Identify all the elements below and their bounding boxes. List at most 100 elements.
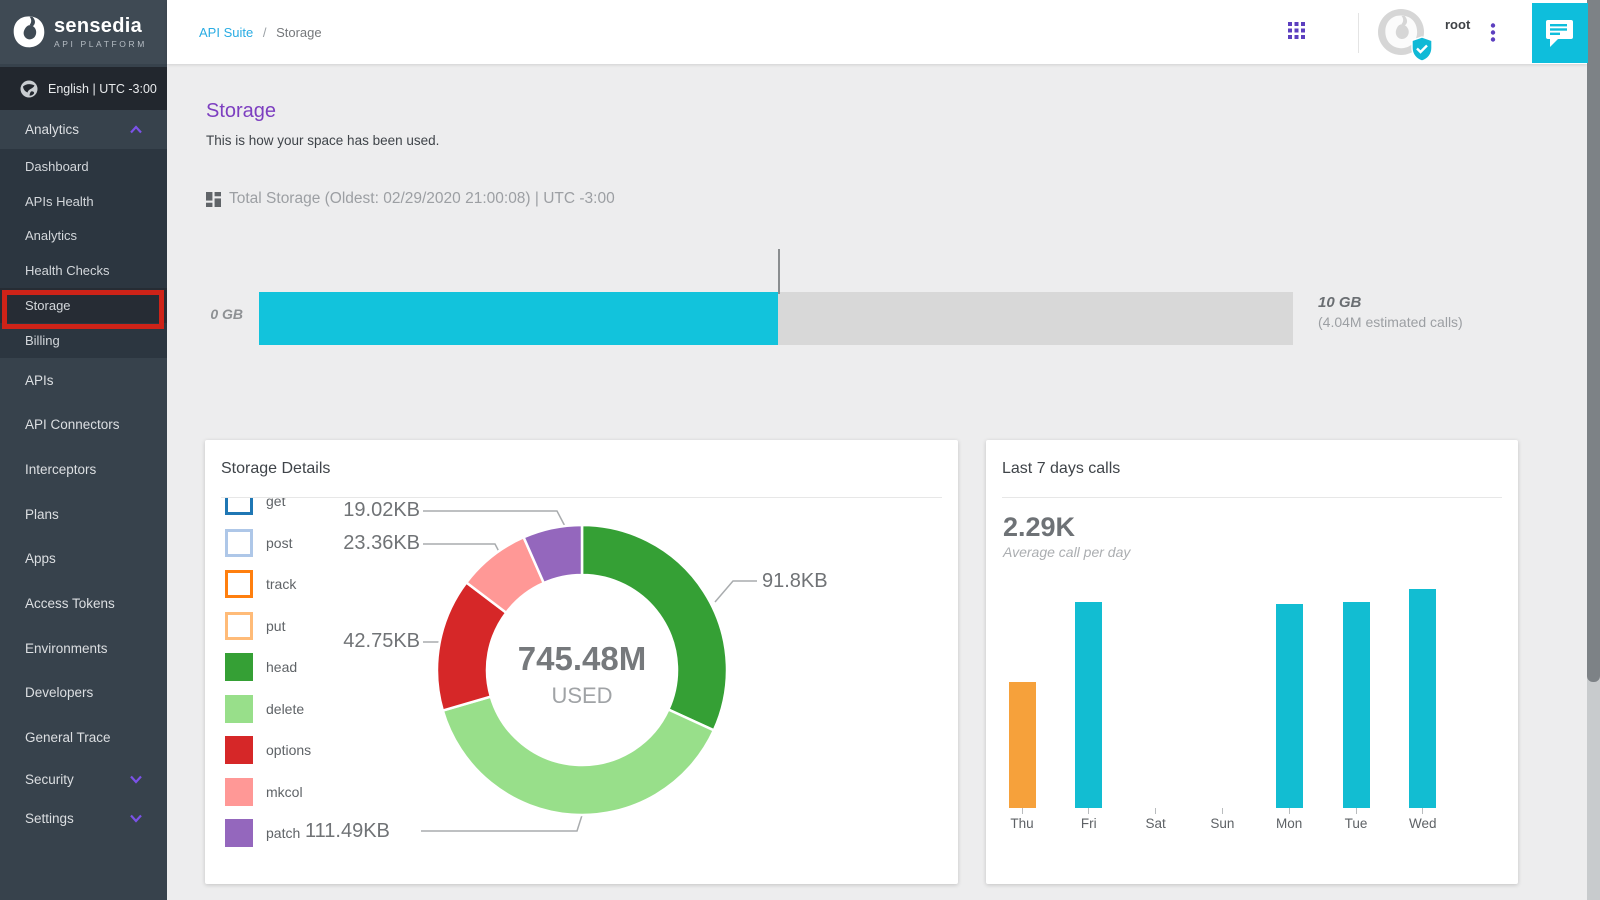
brand-name: sensedia <box>54 16 147 36</box>
main-content: API Suite / Storage <box>167 0 1587 900</box>
callout-delete: 111.49KB <box>305 820 390 843</box>
storage-bar-max: 10 GB (4.04M estimated calls) <box>1318 294 1463 330</box>
axis-tick <box>1155 808 1156 814</box>
storage-bar-marker <box>778 249 780 294</box>
sidebar-item-label: API Connectors <box>25 417 120 432</box>
sensedia-swirl-icon <box>12 15 46 49</box>
last-7-days-card: Last 7 days calls 2.29K Average call per… <box>986 440 1518 884</box>
sidebar-item-apis-health[interactable]: APIs Health <box>0 184 167 219</box>
sidebar: sensedia API PLATFORM English | UTC -3:0… <box>0 0 167 900</box>
total-storage-section: Total Storage (Oldest: 02/29/2020 21:00:… <box>206 190 615 208</box>
sidebar-item-developers[interactable]: Developers <box>0 671 167 716</box>
brand-tagline: API PLATFORM <box>54 39 147 49</box>
axis-tick <box>1356 808 1357 814</box>
callout-patch: 19.02KB <box>305 499 420 522</box>
brand-logo[interactable]: sensedia API PLATFORM <box>0 0 167 64</box>
axis-label-wed: Wed <box>1396 816 1450 831</box>
sidebar-item-billing[interactable]: Billing <box>0 323 167 358</box>
sidebar-item-storage[interactable]: Storage <box>0 288 167 323</box>
scrollbar-thumb[interactable] <box>1587 0 1600 682</box>
breadcrumb-api-suite[interactable]: API Suite <box>199 25 253 40</box>
sidebar-item-label: General Trace <box>25 730 111 745</box>
donut-slice-delete[interactable] <box>443 697 714 815</box>
language-selector[interactable]: English | UTC -3:00 <box>0 67 167 110</box>
calls-bar-thu[interactable] <box>1009 682 1036 808</box>
scrollbar-track[interactable] <box>1587 0 1600 900</box>
sidebar-item-access-tokens[interactable]: Access Tokens <box>0 581 167 626</box>
donut-center-label: USED <box>472 683 692 709</box>
sidebar-item-label: Health Checks <box>25 263 110 278</box>
sidebar-item-dashboard[interactable]: Dashboard <box>0 149 167 184</box>
storage-blocks-icon <box>206 192 221 207</box>
sidebar-item-plans[interactable]: Plans <box>0 492 167 537</box>
sidebar-item-security[interactable]: Security <box>0 760 167 799</box>
sidebar-item-api-connectors[interactable]: API Connectors <box>0 402 167 447</box>
sidebar-item-label: Billing <box>25 333 60 348</box>
calls-bar-fri[interactable] <box>1075 602 1102 808</box>
top-bar: API Suite / Storage <box>167 0 1587 64</box>
callout-head: 91.8KB <box>762 570 828 593</box>
sidebar-item-environments[interactable]: Environments <box>0 626 167 671</box>
axis-label-fri: Fri <box>1062 816 1116 831</box>
total-storage-bar <box>259 292 1293 345</box>
axis-label-mon: Mon <box>1262 816 1316 831</box>
axis-tick <box>1022 808 1023 814</box>
total-storage-title: Total Storage (Oldest: 02/29/2020 21:00:… <box>229 190 615 208</box>
apps-grid-icon[interactable] <box>1288 22 1305 44</box>
sidebar-item-label: Access Tokens <box>25 596 115 611</box>
language-label: English | UTC -3:00 <box>48 82 157 96</box>
callout-options: 42.75KB <box>305 630 420 653</box>
total-storage-bar-used <box>259 292 778 345</box>
sidebar-item-label: Apps <box>25 551 56 566</box>
globe-icon <box>20 80 38 98</box>
storage-bar-estimate-label: (4.04M estimated calls) <box>1318 314 1463 330</box>
chevron-down-icon <box>129 775 143 784</box>
sidebar-item-label: APIs <box>25 373 54 388</box>
axis-label-tue: Tue <box>1329 816 1383 831</box>
sidebar-item-label: Storage <box>25 298 71 313</box>
storage-details-card: Storage Details getposttrackputheaddelet… <box>205 440 958 884</box>
sidebar-item-analytics[interactable]: Analytics <box>0 110 167 149</box>
axis-tick <box>1289 808 1290 814</box>
sidebar-nav: Analytics Dashboard APIs Health Analytics He… <box>0 110 167 838</box>
axis-label-sun: Sun <box>1195 816 1249 831</box>
chevron-down-icon <box>129 814 143 823</box>
sidebar-item-label: Security <box>25 772 74 787</box>
sidebar-item-apis[interactable]: APIs <box>0 358 167 403</box>
axis-label-sat: Sat <box>1129 816 1183 831</box>
callout-mkcol: 23.36KB <box>305 532 420 555</box>
sidebar-item-analytics[interactable]: Analytics <box>0 219 167 254</box>
breadcrumb-separator: / <box>263 25 267 40</box>
sidebar-item-apps[interactable]: Apps <box>0 537 167 582</box>
sidebar-item-settings[interactable]: Settings <box>0 799 167 838</box>
sidebar-item-label: Analytics <box>25 122 79 137</box>
header-divider <box>1358 13 1359 53</box>
axis-tick <box>1088 808 1089 814</box>
calls-bar-mon[interactable] <box>1276 604 1303 808</box>
sidebar-item-health-checks[interactable]: Health Checks <box>0 253 167 288</box>
sidebar-item-label: Analytics <box>25 228 77 243</box>
sidebar-item-label: Interceptors <box>25 462 96 477</box>
page-title: Storage <box>206 100 276 123</box>
breadcrumb: API Suite / Storage <box>199 25 322 40</box>
storage-bar-min-label: 0 GB <box>187 306 243 322</box>
sidebar-item-label: Environments <box>25 641 108 656</box>
donut-center-value: 745.48M <box>472 640 692 678</box>
page-subtitle: This is how your space has been used. <box>206 133 439 148</box>
chat-button[interactable] <box>1532 3 1588 63</box>
kebab-menu-icon[interactable] <box>1490 23 1496 48</box>
sidebar-item-label: APIs Health <box>25 194 94 209</box>
calls-bar-chart: ThuFriSatSunMonTueWed <box>986 440 1518 884</box>
sidebar-item-label: Settings <box>25 811 74 826</box>
breadcrumb-current: Storage <box>276 25 322 40</box>
calls-bar-wed[interactable] <box>1409 589 1436 808</box>
sidebar-item-general-trace[interactable]: General Trace <box>0 715 167 760</box>
verified-shield-icon <box>1410 36 1434 62</box>
user-name: root <box>1445 17 1470 32</box>
calls-bar-tue[interactable] <box>1343 602 1370 808</box>
axis-tick <box>1222 808 1223 814</box>
axis-tick <box>1422 808 1423 814</box>
sidebar-item-label: Developers <box>25 685 93 700</box>
storage-bar-max-label: 10 GB <box>1318 294 1463 311</box>
sidebar-item-interceptors[interactable]: Interceptors <box>0 447 167 492</box>
